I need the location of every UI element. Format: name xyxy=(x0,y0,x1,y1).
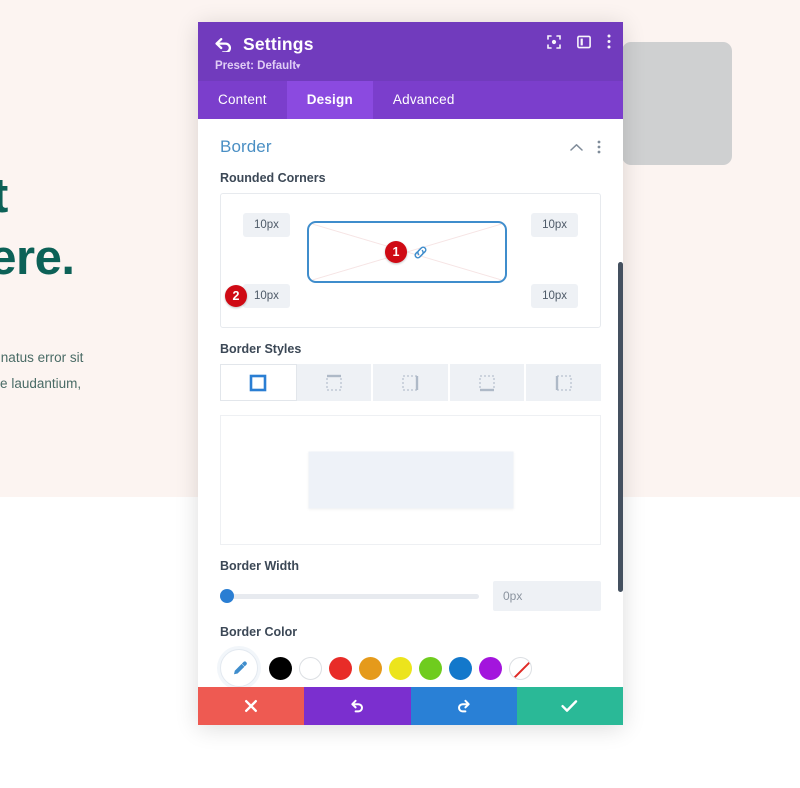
tab-content[interactable]: Content xyxy=(198,81,287,119)
preset-label: Preset: Default xyxy=(215,60,297,72)
border-color-swatches xyxy=(198,647,623,687)
border-width-row: 0px xyxy=(198,581,623,611)
border-styles-label: Border Styles xyxy=(220,342,302,356)
redo-button[interactable] xyxy=(410,687,517,725)
back-arrow-icon[interactable] xyxy=(214,37,233,53)
swatch-blue[interactable] xyxy=(449,656,472,680)
border-style-right[interactable] xyxy=(373,364,450,401)
swatch-red[interactable] xyxy=(329,656,352,680)
background-heading: r tent s here. xyxy=(0,169,75,285)
border-style-bottom[interactable] xyxy=(449,364,527,401)
background-paragraph: s unde omnis iste natus error sit antium… xyxy=(0,350,84,392)
screen-root: r tent s here. s unde omnis iste natus e… xyxy=(0,0,800,788)
corner-preview-shape xyxy=(307,221,507,283)
rounded-corners-control: 10px 10px 10px 10px 1 2 xyxy=(220,193,601,328)
focus-target-icon[interactable] xyxy=(547,34,561,49)
chevron-up-icon[interactable] xyxy=(570,143,583,152)
border-color-label: Border Color xyxy=(220,625,298,639)
corner-preview-diagonals xyxy=(309,223,505,281)
swatch-yellow[interactable] xyxy=(389,656,412,680)
tab-design[interactable]: Design xyxy=(286,81,373,119)
modal-title: Settings xyxy=(243,34,314,54)
swatch-transparent[interactable] xyxy=(509,656,532,680)
chevron-down-icon: ▾ xyxy=(296,61,301,71)
swatch-purple[interactable] xyxy=(479,656,502,680)
settings-modal: Settings Preset: Default▾ Content Design… xyxy=(198,22,623,725)
modal-scrollbar[interactable] xyxy=(618,262,623,592)
close-button[interactable] xyxy=(198,687,305,725)
corner-input-top-right[interactable]: 10px xyxy=(531,213,578,237)
border-section-header: Border xyxy=(198,119,623,157)
background-placeholder-card xyxy=(622,42,732,165)
rounded-corners-label: Rounded Corners xyxy=(220,171,326,185)
corner-input-bottom-left[interactable]: 10px xyxy=(243,284,290,308)
layout-panel-icon[interactable] xyxy=(577,35,591,49)
border-width-slider[interactable] xyxy=(220,589,479,603)
modal-footer xyxy=(198,687,623,725)
border-preview-box xyxy=(308,451,513,509)
header-icon-group xyxy=(547,34,611,49)
modal-header: Settings Preset: Default▾ xyxy=(198,22,623,81)
border-width-label: Border Width xyxy=(220,559,300,573)
border-preview-panel xyxy=(220,415,601,545)
border-style-left[interactable] xyxy=(526,364,601,401)
annotation-badge-2: 2 xyxy=(225,285,247,307)
swatch-black[interactable] xyxy=(269,656,292,680)
section-title-border: Border xyxy=(220,137,272,156)
tab-advanced[interactable]: Advanced xyxy=(373,81,475,119)
border-width-slider-handle[interactable] xyxy=(220,589,234,603)
border-style-top[interactable] xyxy=(296,364,374,401)
section-more-vertical-icon[interactable] xyxy=(597,140,601,154)
corner-input-bottom-right[interactable]: 10px xyxy=(531,284,578,308)
more-vertical-icon[interactable] xyxy=(607,34,611,49)
preset-selector[interactable]: Preset: Default▾ xyxy=(215,60,607,72)
swatch-green[interactable] xyxy=(419,656,442,680)
modal-tabs: Content Design Advanced xyxy=(198,81,623,119)
undo-button[interactable] xyxy=(304,687,411,725)
border-style-all[interactable] xyxy=(220,364,297,401)
swatch-white[interactable] xyxy=(299,656,322,680)
eyedropper-icon[interactable] xyxy=(220,649,258,687)
border-styles-group xyxy=(220,364,601,401)
swatch-orange[interactable] xyxy=(359,656,382,680)
save-button[interactable] xyxy=(516,687,623,725)
background-heading-block: r tent s here. xyxy=(0,105,220,289)
border-width-input[interactable]: 0px xyxy=(493,581,601,611)
corner-input-top-left[interactable]: 10px xyxy=(243,213,290,237)
modal-body: Border Rounded Corners 10px 10px 10px 10… xyxy=(198,119,623,687)
